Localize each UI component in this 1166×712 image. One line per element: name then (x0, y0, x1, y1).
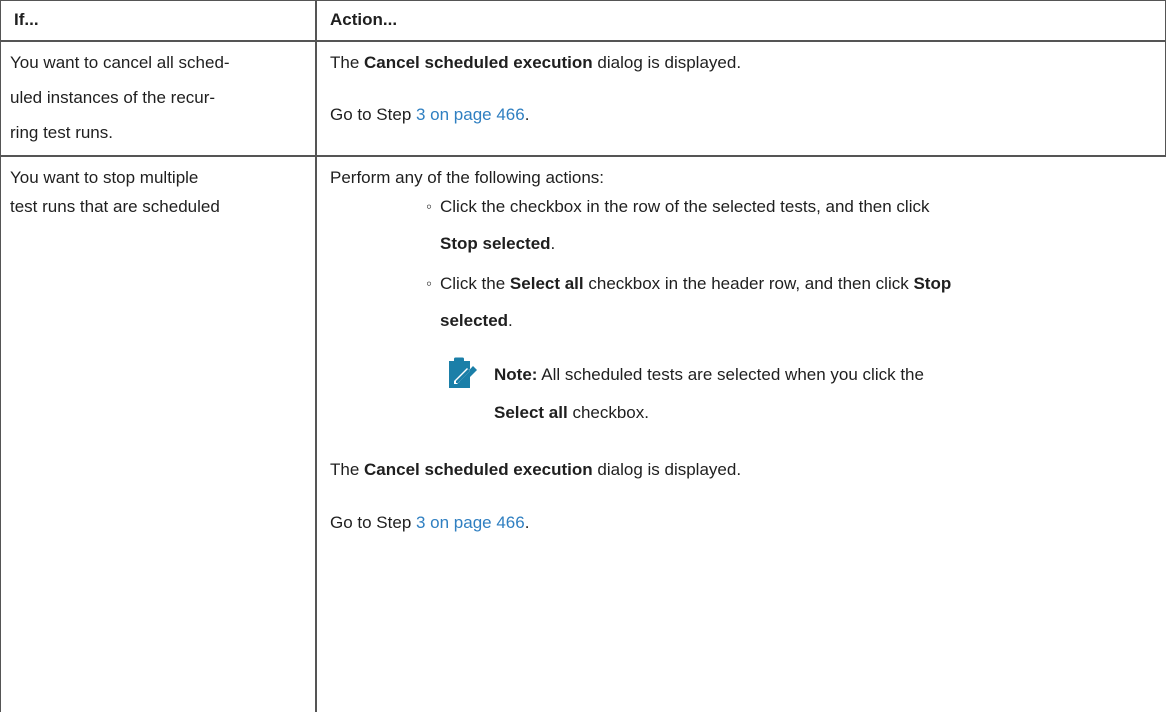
note-line1: Note: All scheduled tests are selected w… (494, 365, 924, 384)
bullet-item-1-line2: Stop selected. (440, 234, 556, 253)
row2-if-line2: test runs that are scheduled (10, 197, 220, 216)
row2-if-line1: You want to stop multiple (10, 168, 199, 187)
column-divider (315, 0, 317, 712)
bullet-dot: ◦ (426, 274, 433, 293)
header-divider (0, 40, 1166, 42)
bullet-dot: ◦ (426, 197, 433, 216)
row2-action-goto-text: Go to Step 3 on page 466. (330, 513, 530, 532)
bullet-item-2: ◦ Click the Select all checkbox in the he… (426, 265, 951, 302)
step-3-link[interactable]: 3 on page 466 (416, 105, 525, 124)
note-line2: Select all checkbox. (494, 403, 649, 422)
header-action: Action... (330, 10, 398, 29)
row1-if-line1: You want to cancel all sched- (10, 53, 230, 72)
row2-action-dialog-text: The Cancel scheduled execution dialog is… (330, 460, 742, 479)
header-if: If... (14, 10, 39, 29)
pencil-note-icon (449, 357, 477, 388)
row1-action-dialog-text: The Cancel scheduled execution dialog is… (330, 53, 742, 72)
bullet-item-1: ◦ Click the checkbox in the row of the se… (426, 188, 929, 225)
row-divider (0, 155, 1166, 157)
row1-action-goto-text: Go to Step 3 on page 466. (330, 105, 530, 124)
step-3-link-2[interactable]: 3 on page 466 (416, 513, 525, 532)
bullet-item-2-line2: selected. (440, 311, 513, 330)
row1-if-line3: ring test runs. (10, 123, 113, 142)
row1-if-line2: uled instances of the recur- (10, 88, 216, 107)
